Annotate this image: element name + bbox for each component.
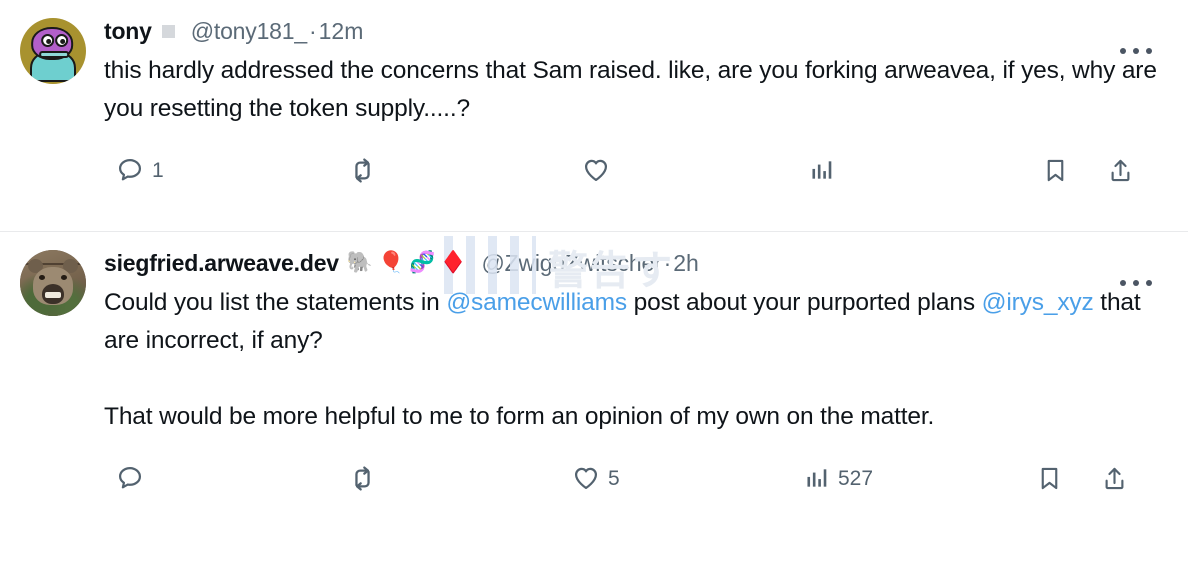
tweet-item-tony[interactable]: tony @tony181_ · 12m this hardly address… xyxy=(0,0,1188,231)
share-icon xyxy=(1105,467,1124,489)
retweet-icon xyxy=(355,157,370,183)
avatar-shape-eye-left xyxy=(41,34,55,48)
avatar-shape-eye-right xyxy=(55,34,69,48)
views-count: 527 xyxy=(838,466,874,490)
reply-icon xyxy=(118,466,142,489)
retweet-button[interactable] xyxy=(348,464,385,493)
tweet-paragraph: Could you list the statements in @samecw… xyxy=(104,284,1162,360)
gray-square-badge-icon xyxy=(161,24,175,38)
like-count: 5 xyxy=(608,466,620,490)
bookmark-icon xyxy=(1041,467,1058,489)
tweet-timestamp[interactable]: 2h xyxy=(673,250,699,277)
tweet-item-siegfried[interactable]: 警告す siegfried.arweave.dev 🐘🎈🧬♦️ @ZwigoZw… xyxy=(0,232,1188,574)
share-icon xyxy=(1111,159,1130,181)
tweet-feed: tony @tony181_ · 12m this hardly address… xyxy=(0,0,1188,574)
display-name-emojis: 🐘🎈🧬♦️ xyxy=(346,251,472,274)
like-button[interactable]: 5 xyxy=(572,464,620,492)
avatar-shape-teeth xyxy=(45,292,61,299)
bookmark-button[interactable] xyxy=(1036,465,1063,492)
like-heart-icon xyxy=(584,159,608,182)
retweet-button[interactable] xyxy=(348,156,385,185)
avatar-column xyxy=(20,246,104,574)
like-heart-icon xyxy=(574,467,598,490)
tweet-header: tony @tony181_ · 12m xyxy=(104,14,1162,48)
more-options-icon[interactable] xyxy=(1118,40,1154,62)
like-button[interactable] xyxy=(582,156,618,184)
reply-icon xyxy=(118,158,142,181)
views-button[interactable]: 527 xyxy=(804,465,873,491)
text-segment: Could you list the statements in xyxy=(104,289,447,316)
reply-button[interactable]: 1 xyxy=(116,156,164,184)
views-button[interactable] xyxy=(809,157,843,183)
reply-count: 1 xyxy=(152,158,164,182)
tweet-action-bar: 5 527 xyxy=(104,458,1134,498)
mention-link[interactable]: @samecwilliams xyxy=(446,289,627,316)
tweet-content: tony @tony181_ · 12m this hardly address… xyxy=(104,14,1170,231)
header-separator: · xyxy=(663,249,672,276)
tweet-header: siegfried.arweave.dev 🐘🎈🧬♦️ @ZwigoZwitsc… xyxy=(104,246,1162,280)
views-bar-chart-icon xyxy=(812,161,832,179)
tweet-paragraph: this hardly addressed the concerns that … xyxy=(104,57,1157,122)
share-button[interactable] xyxy=(1101,465,1128,492)
tweet-paragraph: That would be more helpful to me to form… xyxy=(104,403,935,430)
tweet-action-bar: 1 xyxy=(104,150,1134,190)
tweet-content: 警告す siegfried.arweave.dev 🐘🎈🧬♦️ @ZwigoZw… xyxy=(104,236,1170,574)
user-handle[interactable]: @tony181_ xyxy=(191,18,307,45)
avatar-shape-mouth xyxy=(39,51,70,59)
reply-button[interactable] xyxy=(116,464,152,492)
bookmark-icon xyxy=(1047,159,1064,181)
more-options-icon[interactable] xyxy=(1118,272,1154,294)
avatar-shape-head xyxy=(31,27,74,61)
display-name[interactable]: tony xyxy=(104,18,152,45)
grizzly-bear-avatar[interactable] xyxy=(20,250,86,316)
tweet-text: Could you list the statements in @samecw… xyxy=(104,284,1162,436)
pepe-frog-avatar[interactable] xyxy=(20,18,86,84)
views-bar-chart-icon xyxy=(807,469,827,487)
text-segment: post about your purported plans xyxy=(627,289,982,316)
tweet-text: this hardly addressed the concerns that … xyxy=(104,52,1162,128)
tweet-timestamp[interactable]: 12m xyxy=(319,18,364,45)
bookmark-button[interactable] xyxy=(1042,157,1069,184)
avatar-column xyxy=(20,14,104,231)
mention-link[interactable]: @irys_xyz xyxy=(982,289,1094,316)
display-name[interactable]: siegfried.arweave.dev xyxy=(104,250,339,277)
header-separator: · xyxy=(308,17,317,44)
user-handle[interactable]: @ZwigoZwitscher xyxy=(481,250,661,277)
share-button[interactable] xyxy=(1107,157,1134,184)
retweet-icon xyxy=(355,465,370,491)
